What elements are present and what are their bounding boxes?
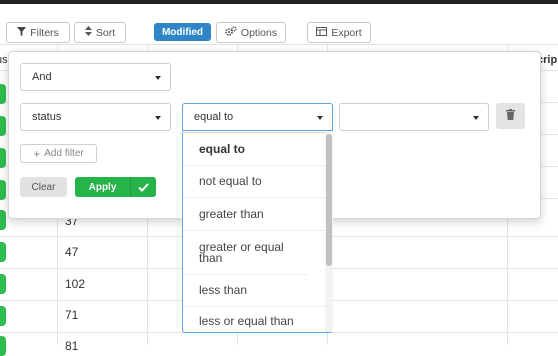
option-less-than[interactable]: less than — [183, 275, 326, 307]
conjunction-value: And — [32, 71, 52, 83]
modified-badge: Modified — [154, 23, 211, 41]
option-greater-or-equal-than[interactable]: greater or equal than — [183, 231, 308, 275]
sort-label: Sort — [95, 26, 116, 39]
scrollbar-thumb[interactable] — [326, 134, 332, 266]
conjunction-select[interactable]: And — [20, 63, 171, 91]
filter-icon — [17, 26, 27, 39]
options-button[interactable]: Options — [216, 22, 286, 43]
add-filter-label: Add filter — [44, 148, 84, 159]
option-not-equal-to[interactable]: not equal to — [183, 166, 326, 198]
operator-select[interactable]: equal to — [182, 103, 333, 131]
chevron-down-icon — [317, 116, 323, 120]
trash-icon — [506, 109, 515, 123]
sort-button[interactable]: Sort — [74, 22, 126, 43]
status-indicator — [0, 336, 6, 356]
status-indicator — [0, 242, 6, 262]
dropdown-scrollbar[interactable] — [325, 132, 333, 332]
export-button[interactable]: Export — [307, 22, 371, 43]
table-icon — [316, 26, 328, 39]
chevron-down-icon — [473, 116, 479, 120]
status-indicator — [0, 306, 6, 326]
chevron-down-icon — [155, 76, 161, 80]
status-indicator — [0, 148, 6, 168]
value-select[interactable] — [339, 103, 489, 131]
plus-icon: + — [33, 146, 41, 161]
status-indicator — [0, 180, 6, 200]
option-equal-to[interactable]: equal to — [183, 133, 326, 166]
options-label: Options — [240, 26, 278, 39]
status-indicator — [0, 210, 6, 230]
sort-icon — [84, 26, 92, 39]
operator-dropdown-list: equal to not equal to greater than great… — [182, 132, 333, 333]
add-filter-button[interactable]: + Add filter — [20, 144, 97, 163]
gear-icon — [225, 26, 237, 39]
check-icon — [130, 177, 156, 197]
clear-button[interactable]: Clear — [20, 177, 67, 197]
filters-label: Filters — [30, 26, 59, 39]
column-header-status[interactable]: us — [0, 54, 8, 80]
chevron-down-icon — [155, 116, 161, 120]
delete-filter-button[interactable] — [496, 103, 525, 129]
field-value: status — [32, 111, 62, 123]
option-greater-than[interactable]: greater than — [183, 198, 326, 231]
status-indicator — [0, 274, 6, 294]
window-top-bar — [0, 0, 558, 4]
status-indicator — [0, 116, 6, 136]
status-indicator — [0, 84, 6, 104]
filters-button[interactable]: Filters — [6, 22, 70, 43]
apply-button[interactable]: Apply — [75, 177, 156, 197]
table-cell: 102 — [65, 277, 86, 291]
operator-value: equal to — [194, 111, 234, 123]
table-cell: 71 — [65, 308, 79, 322]
apply-label: Apply — [88, 181, 117, 193]
option-less-or-equal-than[interactable]: less or equal than — [183, 307, 326, 332]
table-cell: 81 — [65, 339, 79, 353]
table-cell: 47 — [65, 245, 79, 259]
field-select[interactable]: status — [20, 103, 171, 131]
export-label: Export — [331, 26, 362, 39]
grid-border — [0, 44, 558, 45]
